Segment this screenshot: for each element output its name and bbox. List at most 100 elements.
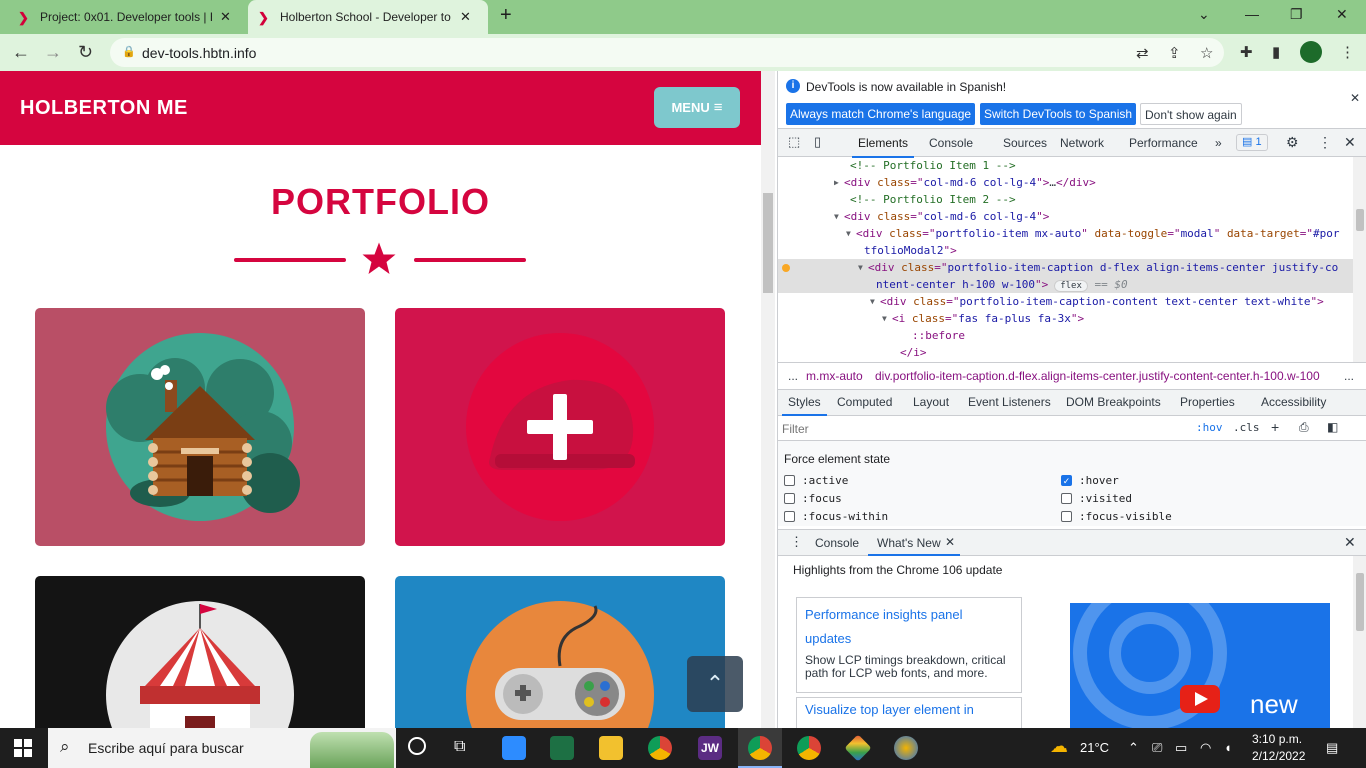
tab-dom-breakpoints[interactable]: DOM Breakpoints [1066,395,1161,409]
zoom-app-icon[interactable] [502,736,526,760]
file-explorer-icon[interactable] [599,736,623,760]
tab-computed[interactable]: Computed [837,395,892,409]
bookmark-star-icon[interactable]: ☆ [1200,44,1213,62]
inspect-element-icon[interactable]: ⬚ [788,134,800,150]
settings-gear-icon[interactable]: ⚙ [1286,134,1299,151]
card-title-line2[interactable]: updates [805,627,851,651]
tab-sources[interactable]: Sources [1003,136,1047,150]
back-arrow-icon[interactable]: ← [12,42,30,63]
translate-icon[interactable]: ⇄ [1136,44,1149,62]
tray-chevron-up-icon[interactable]: ⌃ [1128,740,1139,756]
close-infobar-icon[interactable]: ✕ [1350,91,1360,105]
volume-icon[interactable]: ◖ [1224,740,1232,755]
new-style-rule-icon[interactable]: + [1271,419,1279,435]
expand-triangle-open-icon[interactable]: ▼ [870,293,875,310]
address-bar[interactable]: 🔒 dev-tools.hbtn.info ⇄ ⇪ ☆ [110,38,1224,67]
chrome-second-profile-icon[interactable] [797,736,821,760]
tab-event-listeners[interactable]: Event Listeners [968,395,1051,409]
expand-triangle-closed-icon[interactable]: ▶ [834,174,839,191]
computed-sidebar-icon[interactable]: ◧ [1327,420,1338,434]
elements-scrollbar[interactable] [1353,157,1366,362]
tab-search-icon[interactable]: ⌄ [1198,6,1210,23]
state-checkbox[interactable] [1061,511,1072,522]
state-checkbox[interactable] [1061,493,1072,504]
card-title[interactable]: Visualize top layer element in [805,702,974,717]
close-whats-new-icon[interactable]: ✕ [945,535,955,549]
hov-toggle[interactable]: :hov [1196,421,1223,434]
chrome-menu-icon[interactable]: ⋮ [1340,43,1355,61]
notifications-icon[interactable]: ▤ [1326,740,1338,756]
tab-performance[interactable]: Performance [1129,136,1198,150]
new-tab-button[interactable]: + [500,4,512,27]
dom-node-line[interactable]: ▶ <div class="col-md-6 col-lg-4">…</div> [778,174,1353,191]
reload-icon[interactable]: ↻ [78,42,93,63]
issues-counter[interactable]: ▤ 1 [1236,134,1268,151]
active-app-slot[interactable] [738,728,782,768]
breadcrumb-item-selected[interactable]: div.portfolio-item-caption.d-flex.align-… [875,369,1335,383]
tab-styles[interactable]: Styles [782,395,827,416]
switch-to-spanish-button[interactable]: Switch DevTools to Spanish [980,103,1137,125]
video-thumbnail[interactable]: new [1070,603,1330,728]
close-drawer-icon[interactable]: ✕ [1344,534,1356,551]
tab-accessibility[interactable]: Accessibility [1261,395,1326,409]
state-checkbox[interactable]: ✓ [1061,475,1072,486]
youtube-play-icon[interactable] [1180,685,1220,713]
url-text[interactable]: dev-tools.hbtn.info [142,45,256,61]
battery-icon[interactable]: ▭ [1175,740,1187,756]
paint-app-icon[interactable] [894,736,918,760]
state-label[interactable]: :focus-visible [1079,510,1172,523]
portfolio-item-circus[interactable] [35,576,365,728]
browser-tab[interactable]: ❯ Project: 0x01. Developer tools | H ✕ [8,0,248,34]
dom-node-line[interactable]: <!-- Portfolio Item 2 --> [778,191,1353,208]
minimize-button[interactable]: — [1245,6,1259,22]
expand-triangle-open-icon[interactable]: ▼ [834,208,839,225]
dont-show-again-button[interactable]: Don't show again [1140,103,1242,125]
dom-node-line[interactable]: ntent-center h-100 w-100"> flex == $0 [778,276,1353,293]
state-label[interactable]: :active [802,474,848,487]
chrome-app-icon[interactable] [648,736,672,760]
drawer-tab-whats-new[interactable]: What's New [877,536,941,550]
dom-node-line[interactable]: ▼ <div class="col-md-6 col-lg-4"> [778,208,1353,225]
scroll-to-top-button[interactable]: ⌃ [687,656,743,712]
state-label[interactable]: :visited [1079,492,1132,505]
device-toolbar-icon[interactable]: ▯ [814,134,821,150]
site-brand[interactable]: HOLBERTON ME [20,97,188,120]
whats-new-scrollbar-thumb[interactable] [1356,573,1364,631]
breadcrumb-more-right[interactable]: ... [1344,369,1354,383]
tab-elements[interactable]: Elements [851,136,915,158]
state-label[interactable]: :focus-within [802,510,888,523]
extensions-puzzle-icon[interactable]: ✚ [1240,43,1253,61]
breadcrumb-item[interactable]: m.mx-auto [806,369,863,383]
state-checkbox[interactable] [784,475,795,486]
elements-scrollbar-thumb[interactable] [1356,209,1364,231]
clock-time[interactable]: 3:10 p.m. [1252,732,1302,746]
browser-tab-active[interactable]: ❯ Holberton School - Developer to ✕ [248,0,488,34]
state-checkbox[interactable] [784,511,795,522]
taskbar-search[interactable]: ⌕ Escribe aquí para buscar [48,728,396,768]
profile-avatar[interactable] [1300,41,1322,63]
card-title-line1[interactable]: Performance insights panel [805,603,963,627]
dom-node-line[interactable]: ▼ <div class="portfolio-item mx-auto" dat… [778,225,1353,242]
page-scrollbar[interactable] [761,71,775,728]
breadcrumb-more-left[interactable]: ... [788,369,798,383]
more-tabs-icon[interactable]: » [1215,136,1222,150]
dom-node-line[interactable]: ▼ <div class="portfolio-item-caption-cont… [778,293,1353,310]
dom-node-line[interactable]: <!-- Portfolio Item 1 --> [778,157,1353,174]
tab-network[interactable]: Network [1060,136,1104,150]
drawer-tab-console[interactable]: Console [815,536,859,550]
weather-temperature[interactable]: 21°C [1080,740,1109,755]
dom-node-line[interactable]: ▼ <i class="fas fa-plus fa-3x"> [778,310,1353,327]
close-window-button[interactable]: ✕ [1336,6,1348,23]
side-panel-icon[interactable]: ▮ [1272,43,1280,61]
cortana-icon[interactable] [408,737,426,755]
expand-triangle-open-icon[interactable]: ▼ [858,259,863,276]
portfolio-item-cabin[interactable] [35,308,365,546]
network-drive-icon[interactable]: ⎚ [1152,740,1162,756]
state-label[interactable]: :focus [802,492,842,505]
always-match-language-button[interactable]: Always match Chrome's language [786,103,976,125]
dom-node-line[interactable]: ▼ <div class="portfolio-item-caption d-fl… [778,259,1353,276]
jw-app-icon[interactable]: JW [698,736,722,760]
weather-icon[interactable]: ☁ [1050,736,1068,757]
dom-node-line[interactable]: ::before [778,327,1353,344]
state-checkbox[interactable] [784,493,795,504]
